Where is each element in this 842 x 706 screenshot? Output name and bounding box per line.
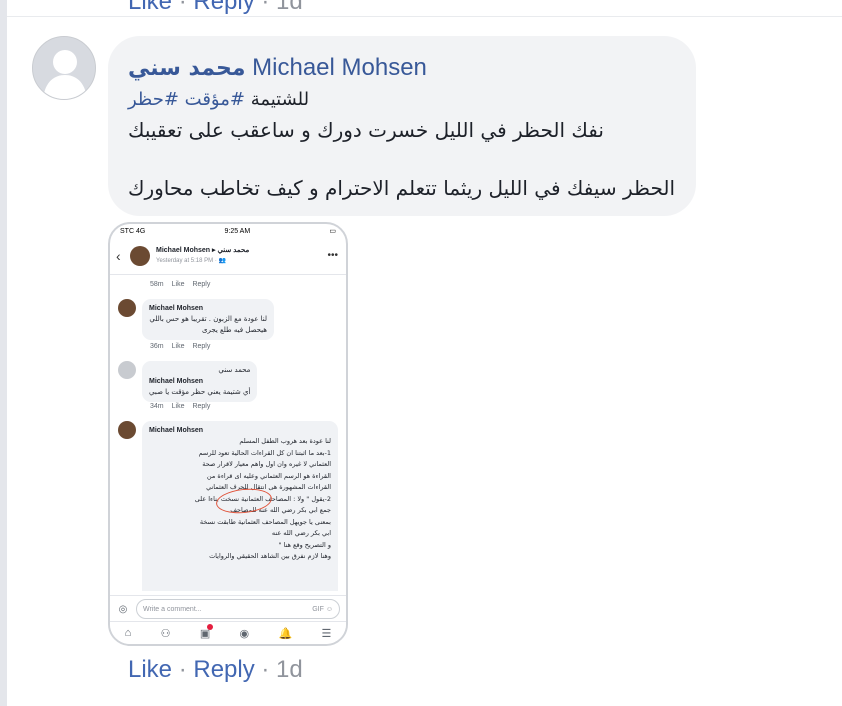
clock-label: 9:25 AM bbox=[224, 227, 251, 235]
avatar bbox=[130, 246, 150, 266]
comment-meta: 34m Like Reply bbox=[150, 403, 211, 410]
hashtag-link[interactable]: #مؤقت bbox=[185, 89, 245, 110]
comment-line-2: نفك الحظر في الليل خسرت دورك و ساعقب على… bbox=[128, 118, 604, 142]
post-timestamp: Yesterday at 5:18 PM · 👥 bbox=[156, 258, 226, 264]
comment-line-1: للشتيمة #مؤقت #حظر bbox=[128, 85, 676, 115]
watch-icon: ▣ bbox=[199, 623, 214, 640]
comment-text-line: العثماني لا غيره وان اول واهم معيار لاقر… bbox=[202, 460, 331, 468]
separator: · bbox=[172, 0, 194, 15]
separator: · bbox=[254, 656, 277, 683]
phone-tab-bar: ⌂ ⚇ ▣ ◉ 🔔 ☰ bbox=[110, 621, 346, 644]
comment-text: للشتيمة bbox=[250, 89, 310, 110]
commenter-arabic-name: محمد سني bbox=[218, 366, 251, 374]
divider bbox=[7, 16, 842, 17]
post-author: Michael Mohsen ▸ محمد سني bbox=[156, 247, 250, 254]
like-link[interactable]: Like bbox=[128, 656, 172, 683]
avatar bbox=[118, 361, 136, 379]
comment-time[interactable]: 1d bbox=[276, 656, 303, 683]
gif-emoji-icons: GIF ☺ bbox=[312, 605, 333, 613]
commenter-name: Michael Mohsen bbox=[149, 427, 204, 434]
author-arabic-name[interactable]: محمد سني bbox=[128, 56, 245, 81]
menu-icon: ☰ bbox=[321, 627, 332, 640]
attached-screenshot[interactable]: STC 4G 9:25 AM ▭ ‹ Michael Mohsen ▸ محمد… bbox=[108, 222, 348, 646]
comment-text: أي شتيمة يعني حظر مؤقت يا صبي bbox=[149, 388, 251, 396]
battery-icon: ▭ bbox=[329, 228, 336, 235]
avatar bbox=[118, 299, 136, 317]
list-item: محمد سني Michael Mohsen أي شتيمة يعني حظ… bbox=[118, 361, 258, 402]
reply-link[interactable]: Reply bbox=[193, 0, 254, 15]
comment-line-3: الحظر سيفك في الليل ريثما تتعلم الاحترام… bbox=[128, 176, 676, 200]
commenter-name: Michael Mohsen bbox=[149, 378, 204, 385]
comment-composer: ◎ Write a comment... GIF ☺ bbox=[110, 595, 346, 622]
phone-status-bar: STC 4G 9:25 AM ▭ bbox=[110, 224, 346, 238]
screenshot-comments: 58m Like Reply Michael Mohsen لنا عودة مع … bbox=[110, 275, 346, 591]
comment-text-line: وهنا لازم نفرق بين الشاهد الحقيقي والروا… bbox=[209, 552, 331, 560]
comment-text-line: و التصريح وقع هنا " bbox=[278, 540, 331, 549]
comment-actions: Like · Reply · 1d bbox=[128, 656, 303, 684]
comment-bubble: محمد سني Michael Mohsen للشتيمة #مؤقت #ح… bbox=[108, 36, 696, 216]
camera-icon: ◎ bbox=[118, 603, 128, 615]
separator: · bbox=[254, 0, 277, 15]
post-header: ‹ Michael Mohsen ▸ محمد سني Yesterday at… bbox=[110, 238, 346, 275]
reply-link[interactable]: Reply bbox=[193, 656, 254, 683]
commenter-name: Michael Mohsen bbox=[149, 305, 204, 312]
comment-author: محمد سني Michael Mohsen bbox=[128, 52, 676, 85]
default-avatar-icon bbox=[33, 37, 95, 99]
comment-text: لنا عودة مع الزبون . تقريبا هو حس باللي … bbox=[149, 315, 267, 334]
comment-meta: 36m Like Reply bbox=[150, 343, 211, 350]
hashtag-link[interactable]: #حظر bbox=[128, 89, 179, 110]
like-link[interactable]: Like bbox=[128, 0, 172, 15]
notifications-icon: 🔔 bbox=[278, 627, 293, 640]
comment-text-line: لنا عودة بعد هروب الطفل المسلم bbox=[239, 437, 331, 445]
list-item: Michael Mohsen لنا عودة مع الزبون . تقري… bbox=[118, 299, 274, 340]
comment-text-line: بمعنى يا جويهل المصاحف العثمانية طابقت ن… bbox=[199, 517, 331, 526]
home-icon: ⌂ bbox=[124, 627, 132, 639]
back-icon: ‹ bbox=[116, 248, 121, 264]
comment-meta: 58m Like Reply bbox=[150, 281, 211, 288]
carrier-label: STC 4G bbox=[120, 227, 146, 235]
previous-comment-actions: Like · Reply · 1d bbox=[128, 0, 303, 16]
more-icon: ••• bbox=[327, 250, 338, 261]
groups-icon: ◉ bbox=[239, 627, 250, 640]
avatar[interactable] bbox=[32, 36, 96, 100]
separator: · bbox=[172, 656, 194, 683]
comment-text-line: ابي بكر رضي الله عنه bbox=[271, 529, 331, 537]
comment-time[interactable]: 1d bbox=[276, 0, 303, 15]
comment-input: Write a comment... GIF ☺ bbox=[136, 599, 340, 619]
comment-text-line: القراءة هو الرسم العثماني وعليه اى قراءة… bbox=[206, 471, 331, 480]
left-rule bbox=[0, 0, 7, 706]
comment-text-line: 1-بعد ما اثبتنا ان كل القراءات الحالية ت… bbox=[198, 448, 331, 457]
author-name[interactable]: Michael Mohsen bbox=[252, 54, 427, 81]
avatar bbox=[118, 421, 136, 439]
friends-icon: ⚇ bbox=[160, 627, 171, 640]
